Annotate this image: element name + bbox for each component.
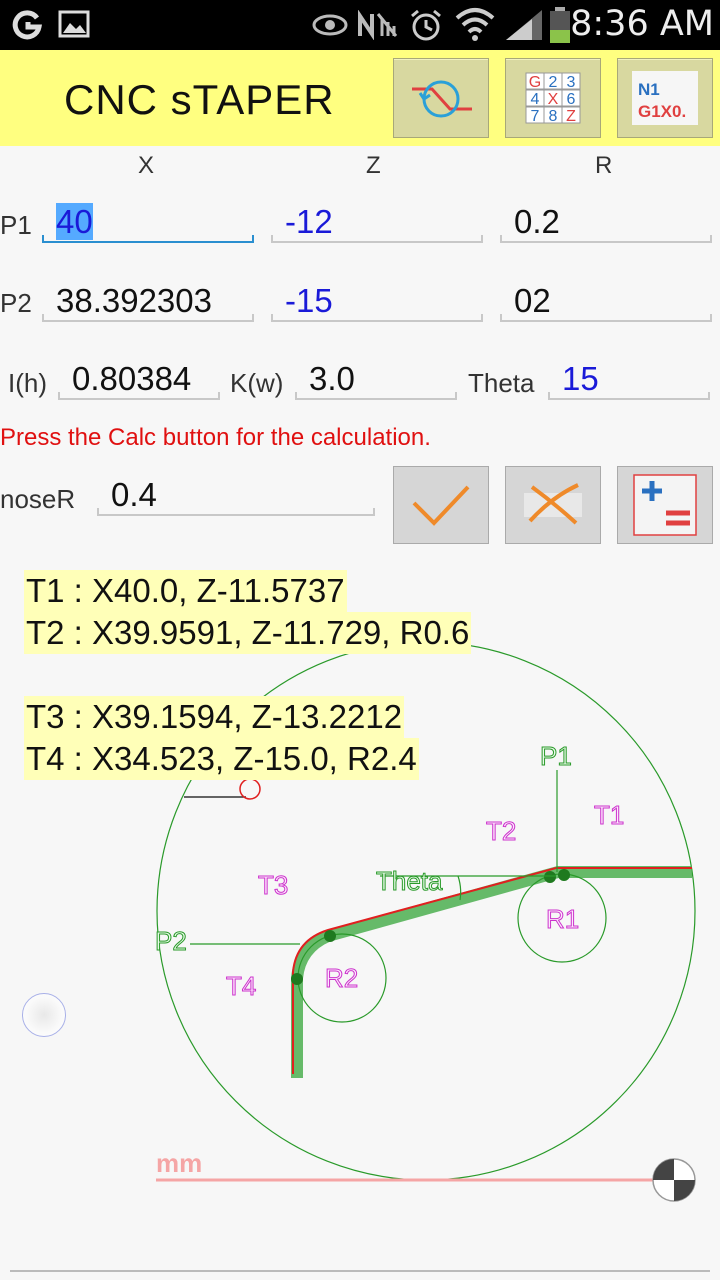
- t1-point: [558, 869, 570, 881]
- diagram-label-p2: P2: [155, 926, 187, 956]
- t4-point: [291, 973, 303, 985]
- result-t2: T2 : X39.9591, Z-11.729, R0.6: [24, 612, 472, 654]
- diagram-label-t3: T3: [258, 870, 288, 900]
- floating-pan-handle[interactable]: [22, 993, 66, 1037]
- result-t1: T1 : X40.0, Z-11.5737: [24, 570, 347, 612]
- unit-label: mm: [156, 1148, 202, 1178]
- diagram-label-r2: R2: [325, 963, 358, 993]
- diagram-label-p1: P1: [540, 741, 572, 771]
- diagram-label-t2: T2: [486, 816, 516, 846]
- diagram-label-t1: T1: [594, 800, 624, 830]
- t3-point: [324, 930, 336, 942]
- diagram-label-r1: R1: [546, 904, 579, 934]
- zoom-fit-icon[interactable]: [651, 1157, 697, 1203]
- diagram-label-theta: Theta: [376, 866, 443, 896]
- diagram-label-t4: T4: [226, 971, 256, 1001]
- result-t4: T4 : X34.523, Z-15.0, R2.4: [24, 738, 419, 780]
- bottom-divider: [10, 1270, 710, 1272]
- result-t3: T3 : X39.1594, Z-13.2212: [24, 696, 405, 738]
- tool-nose-circle: [239, 778, 261, 800]
- t2-point: [544, 871, 556, 883]
